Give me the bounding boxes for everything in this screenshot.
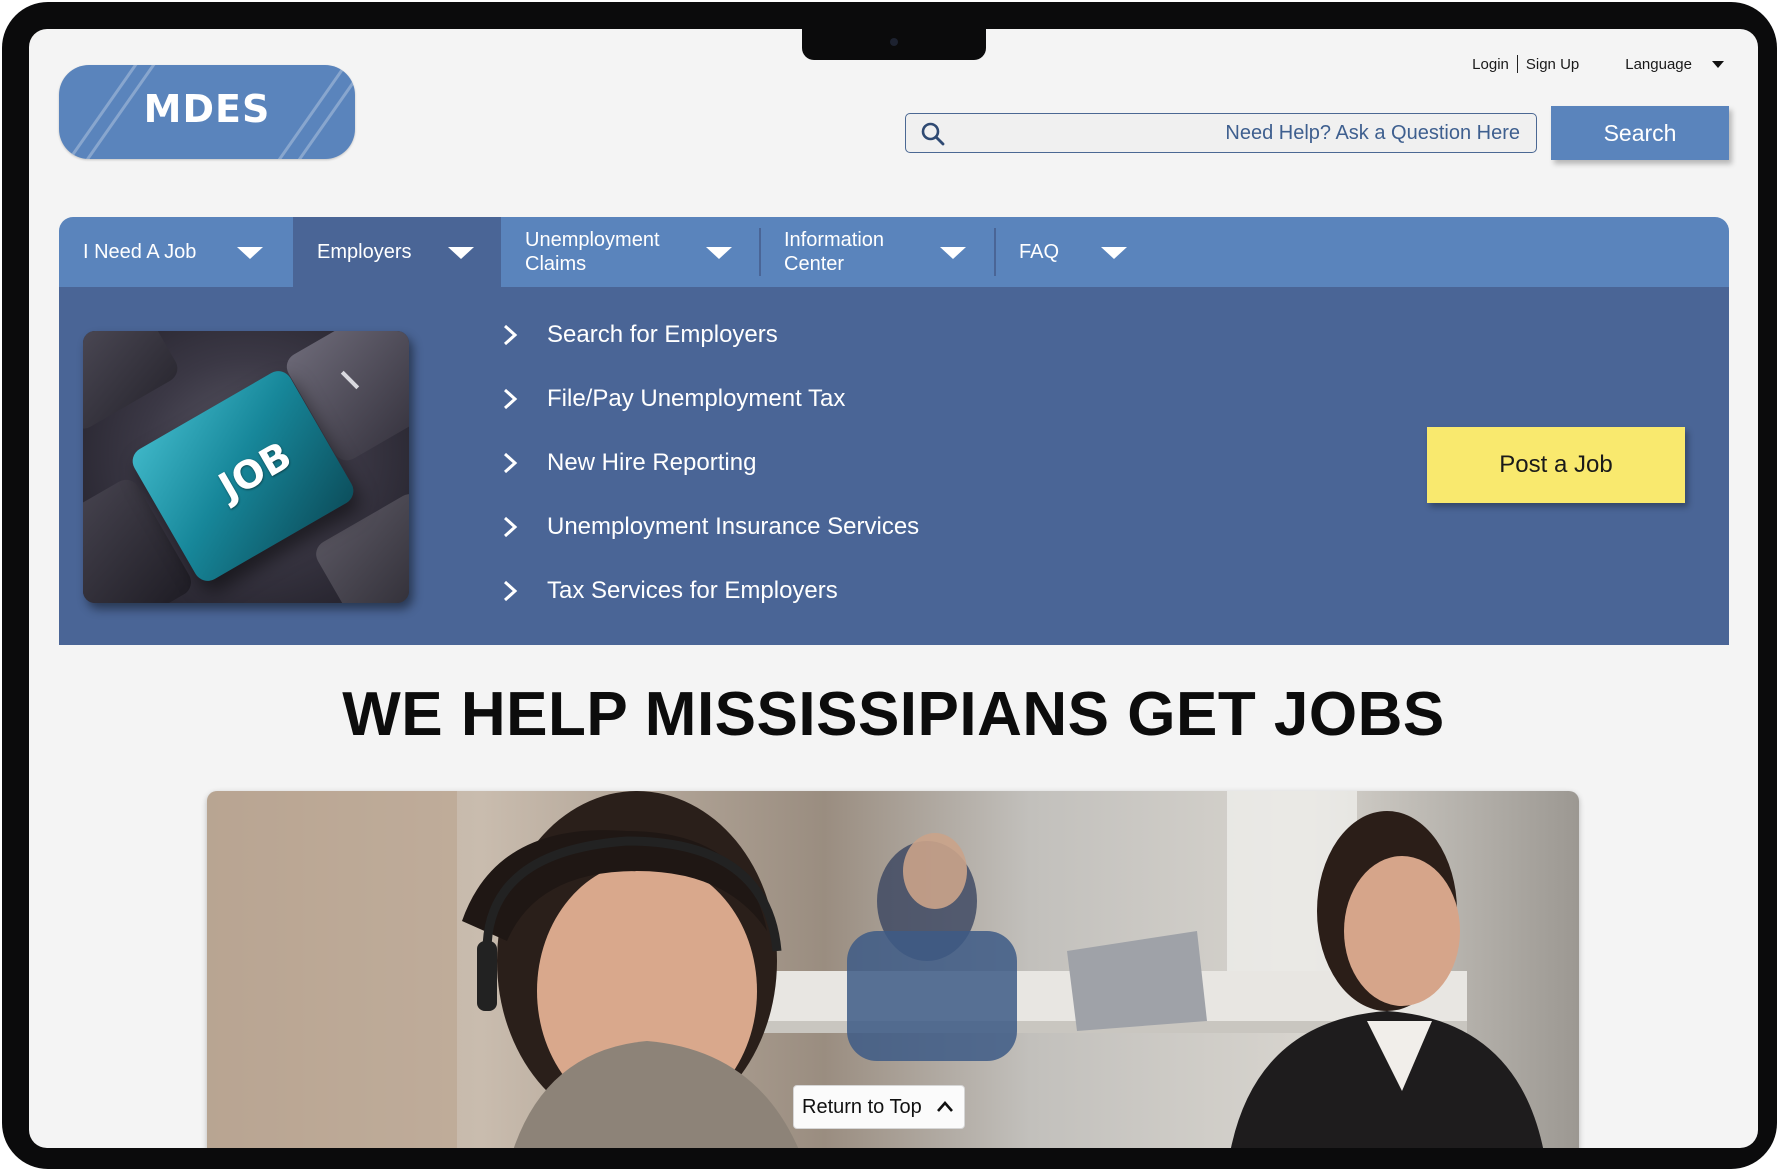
search-icon [921,122,945,146]
post-a-job-button[interactable]: Post a Job [1427,427,1685,503]
employers-dropdown: JOB Search for Employers File/Pay Unempl… [59,287,1729,645]
language-label: Language [1625,55,1692,73]
link-label: File/Pay Unemployment Tax [547,385,846,412]
link-tax-services-for-employers[interactable]: Tax Services for Employers [499,577,838,605]
camera-notch [802,29,986,60]
caret-down-icon [1712,60,1724,68]
camera-dot [890,38,898,46]
hero-headline: WE HELP MISSISSIPIANS GET JOBS [342,680,1445,749]
link-file-pay-unemployment-tax[interactable]: File/Pay Unemployment Tax [499,385,845,413]
nav-item-label: Employers [317,241,412,263]
chevron-right-icon [503,452,518,474]
signup-link[interactable]: Sign Up [1526,56,1579,73]
link-label: Tax Services for Employers [547,577,838,604]
tablet-frame: MDES Login Sign Up Language Search I Nee… [2,2,1777,1169]
mdes-logo[interactable]: MDES [59,65,355,159]
main-nav: I Need A Job Employers Unemployment Clai… [59,217,1729,287]
job-key-image: JOB [83,331,409,603]
link-label: Unemployment Insurance Services [547,513,920,540]
return-to-top-button[interactable]: Return to Top [793,1085,965,1129]
chevron-right-icon [503,324,518,346]
search-button[interactable]: Search [1551,106,1729,160]
chevron-down-icon [448,247,474,259]
nav-item-i-need-a-job[interactable]: I Need A Job [59,217,293,287]
chevron-right-icon [503,580,518,602]
search-box [905,113,1537,153]
link-search-for-employers[interactable]: Search for Employers [499,321,778,349]
login-link[interactable]: Login [1472,56,1509,73]
chevron-up-icon [936,1101,953,1112]
account-links: Login Sign Up Language [1472,55,1724,73]
screen: MDES Login Sign Up Language Search I Nee… [29,29,1758,1148]
nav-item-label: Unemployment Claims [525,229,660,275]
return-to-top-label: Return to Top [802,1095,922,1118]
nav-item-employers[interactable]: Employers [293,217,501,287]
search-input[interactable] [960,114,1522,153]
nav-item-label: I Need A Job [83,241,197,263]
nav-item-information-center[interactable]: Information Center [760,217,994,287]
chevron-down-icon [1101,247,1127,259]
nav-item-label: Information Center [784,229,885,275]
chevron-down-icon [940,247,966,259]
chevron-right-icon [503,516,518,538]
link-new-hire-reporting[interactable]: New Hire Reporting [499,449,756,477]
nav-item-faq[interactable]: FAQ [995,217,1145,287]
chevron-down-icon [706,247,732,259]
link-label: Search for Employers [547,321,778,348]
keyboard-key [83,331,183,434]
chevron-right-icon [503,388,518,410]
link-divider [1516,55,1518,73]
logo-text: MDES [143,87,271,131]
nav-item-label: FAQ [1019,241,1060,263]
chevron-down-icon [237,247,263,259]
link-unemployment-insurance-services[interactable]: Unemployment Insurance Services [499,513,919,541]
language-selector[interactable]: Language [1625,56,1724,73]
link-label: New Hire Reporting [547,449,757,476]
nav-item-unemployment-claims[interactable]: Unemployment Claims [501,217,759,287]
